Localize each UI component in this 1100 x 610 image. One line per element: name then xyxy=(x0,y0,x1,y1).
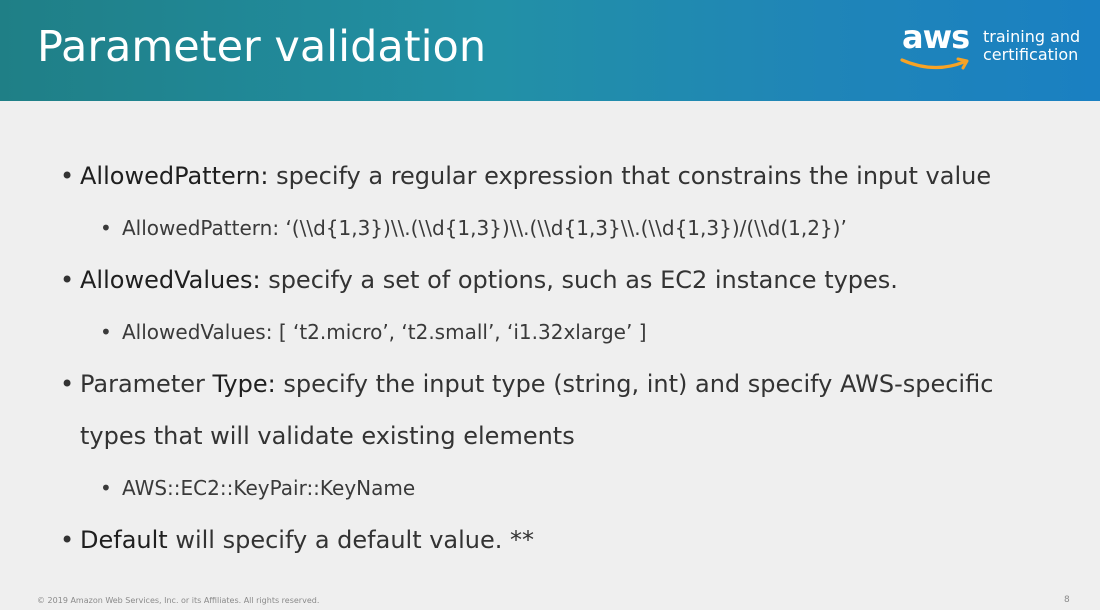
bullet-dot: • xyxy=(100,216,112,240)
bullet-dot: • xyxy=(100,476,112,500)
aws-wordmark: aws xyxy=(902,18,970,56)
aws-training-logo: aws training and certification xyxy=(900,18,1090,78)
bullet-term: AllowedPattern: xyxy=(80,162,269,190)
aws-smile-icon xyxy=(900,57,969,70)
bullet-dot: • xyxy=(60,266,75,294)
bullet-allowed-pattern: • AllowedPattern: specify a regular expre… xyxy=(60,162,991,190)
logo-tagline: training and certification xyxy=(983,28,1080,64)
bullet-text: Parameter xyxy=(80,370,213,398)
sub-bullet-keypair-type: • AWS::EC2::KeyPair::KeyName xyxy=(100,476,415,500)
sub-bullet-allowed-pattern-example: • AllowedPattern: ‘(\\d{1,3})\\.(\\d{1,3}… xyxy=(100,216,847,240)
bullet-text: specify a set of options, such as EC2 in… xyxy=(260,266,898,294)
bullet-text: specify a regular expression that constr… xyxy=(268,162,992,190)
slide-header: Parameter validation aws training and ce… xyxy=(0,0,1100,101)
bullet-text: types that will validate existing elemen… xyxy=(80,422,575,450)
bullet-text: AllowedValues: [ ‘t2.micro’, ‘t2.small’,… xyxy=(122,320,647,344)
bullet-dot: • xyxy=(60,370,75,398)
bullet-term: AllowedValues: xyxy=(80,266,261,294)
slide-body: • AllowedPattern: specify a regular expre… xyxy=(0,101,1100,610)
sub-bullet-allowed-values-example: • AllowedValues: [ ‘t2.micro’, ‘t2.small’… xyxy=(100,320,647,344)
page-number: 8 xyxy=(1064,595,1070,605)
logo-tagline-line1: training and xyxy=(983,27,1081,46)
bullet-text: AllowedPattern: ‘(\\d{1,3})\\.(\\d{1,3})… xyxy=(122,216,847,240)
bullet-parameter-type-continuation: types that will validate existing elemen… xyxy=(80,422,575,450)
bullet-text: will specify a default value. ** xyxy=(167,526,535,554)
bullet-term: Type: xyxy=(212,370,276,398)
bullet-parameter-type: • Parameter Type: specify the input type … xyxy=(60,370,993,398)
bullet-term: Default xyxy=(80,526,168,554)
bullet-dot: • xyxy=(60,526,75,554)
bullet-dot: • xyxy=(60,162,75,190)
bullet-allowed-values: • AllowedValues: specify a set of options… xyxy=(60,266,898,294)
slide-title: Parameter validation xyxy=(37,22,487,72)
bullet-text: AWS::EC2::KeyPair::KeyName xyxy=(122,476,416,500)
bullet-dot: • xyxy=(100,320,112,344)
bullet-default: • Default will specify a default value. *… xyxy=(60,526,534,554)
bullet-text-2: specify the input type (string, int) and… xyxy=(275,370,994,398)
copyright-footer: © 2019 Amazon Web Services, Inc. or its … xyxy=(37,596,320,605)
logo-tagline-line2: certification xyxy=(983,45,1079,64)
